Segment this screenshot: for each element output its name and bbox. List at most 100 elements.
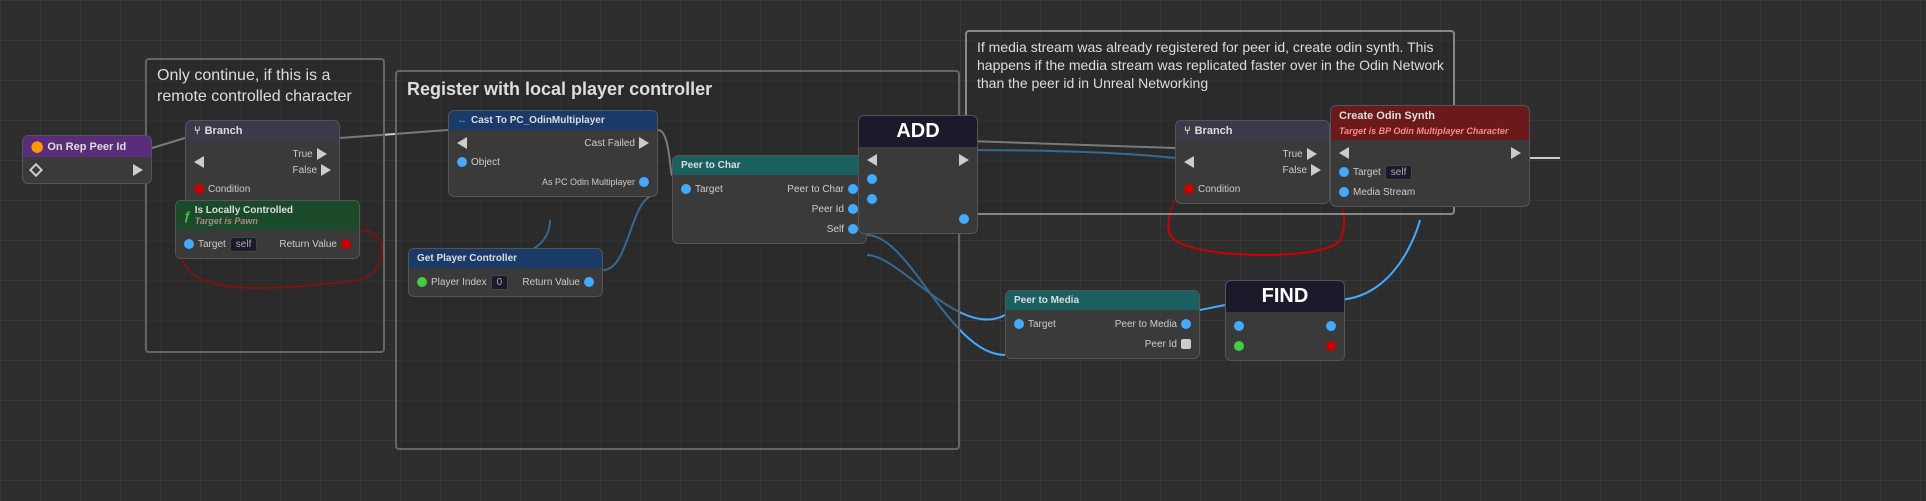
peer-char-header: Peer to Char (673, 156, 866, 175)
branch2-exec-in (1184, 156, 1194, 168)
peer-media-out-pin (1181, 319, 1191, 329)
find-out-right (1326, 321, 1336, 331)
peer-media-peerid-right: Peer Id (1145, 339, 1191, 350)
node-on-rep-body (23, 157, 151, 183)
cast-object-label: Object (471, 157, 500, 168)
node-add[interactable]: ADD (858, 115, 978, 234)
get-player-return-right: Return Value (522, 277, 594, 288)
create-synth-media-left: Media Stream (1339, 187, 1415, 198)
branch1-header: ⑂ Branch (186, 121, 339, 141)
find-bool-pin (1326, 341, 1336, 351)
branch1-false-label: False (293, 165, 317, 176)
on-rep-exec-row (23, 161, 151, 179)
peer-media-body: Target Peer to Media Peer Id (1006, 310, 1199, 358)
add-input-pin1 (867, 174, 877, 184)
find-input2-pin (1234, 341, 1244, 351)
cast-header: ↔ Cast To PC_OdinMultiplayer (449, 111, 657, 130)
cast-exec-failed (639, 137, 649, 149)
node-get-player-controller[interactable]: Get Player Controller Player Index 0 Ret… (408, 248, 603, 297)
peer-char-self-label: Self (827, 224, 844, 235)
peer-char-peerid-pin (848, 204, 858, 214)
add-pin-left1 (859, 169, 977, 189)
add-exec-row (859, 151, 977, 169)
is-locally-return-label: Return Value (279, 239, 337, 250)
branch2-condition-pin (1184, 184, 1194, 194)
branch1-true-row: True (293, 148, 331, 160)
peer-media-header: Peer to Media (1006, 291, 1199, 310)
branch1-exec-in (194, 156, 204, 168)
peer-media-target-left: Target (1014, 319, 1056, 330)
get-player-index-row: Player Index 0 Return Value (409, 272, 602, 292)
get-player-title: Get Player Controller (417, 253, 517, 264)
function-icon: ƒ (184, 209, 191, 223)
peer-char-self-pin (848, 224, 858, 234)
node-cast-to-pc[interactable]: ↔ Cast To PC_OdinMultiplayer Cast Failed… (448, 110, 658, 197)
peer-char-peerid-row: Peer Id (673, 199, 866, 219)
add-pin-left2 (859, 189, 977, 209)
find-header: FIND (1226, 281, 1344, 312)
node-branch1[interactable]: ⑂ Branch True False Condition (185, 120, 340, 204)
node-branch2[interactable]: ⑂ Branch True False Condition (1175, 120, 1330, 204)
node-is-locally-controlled[interactable]: ƒ Is Locally Controlled Target is Pawn T… (175, 200, 360, 259)
branch1-body: True False Condition (186, 141, 339, 203)
peer-media-peerid-pin (1181, 339, 1191, 349)
event-icon: ⬤ (31, 140, 43, 153)
add-exec-in (867, 154, 877, 166)
cast-exec-row: Cast Failed (449, 134, 657, 152)
is-locally-return-pin (341, 239, 351, 249)
branch2-true-row: True (1283, 148, 1321, 160)
node-on-rep-peer-id[interactable]: ⬤ On Rep Peer Id (22, 135, 152, 184)
branch2-false-label: False (1283, 165, 1307, 176)
peer-char-self-row: Self (673, 219, 866, 239)
create-synth-subtitle: Target is BP Odin Multiplayer Character (1339, 126, 1508, 136)
branch2-header: ⑂ Branch (1176, 121, 1329, 141)
comment-register-text: Register with local player controller (407, 78, 712, 101)
comment-remote-text: Only continue, if this is a remote contr… (157, 66, 383, 108)
branch2-true-label: True (1283, 149, 1303, 160)
branch2-title: Branch (1195, 125, 1233, 137)
cast-object-pin (457, 157, 467, 167)
is-locally-subtitle: Target is Pawn (195, 216, 293, 226)
branch2-body: True False Condition (1176, 141, 1329, 203)
create-synth-target-pin (1339, 167, 1349, 177)
node-peer-to-media[interactable]: Peer to Media Target Peer to Media Peer … (1005, 290, 1200, 359)
get-player-return-pin (584, 277, 594, 287)
is-locally-title: Is Locally Controlled (195, 205, 293, 216)
branch1-true-label: True (293, 149, 313, 160)
on-rep-exec-out (133, 164, 143, 176)
branch1-title: Branch (205, 125, 243, 137)
comment-media-text: If media stream was already registered f… (977, 38, 1453, 93)
peer-media-out-right: Peer to Media (1115, 319, 1191, 330)
node-on-rep-header: ⬤ On Rep Peer Id (23, 136, 151, 157)
peer-char-self-right: Self (827, 224, 858, 235)
is-locally-title-group: Is Locally Controlled Target is Pawn (195, 205, 293, 226)
branch2-icon: ⑂ (1184, 125, 1191, 137)
add-header: ADD (859, 116, 977, 147)
is-locally-target-label: Target (198, 239, 226, 250)
cast-exec-in (457, 137, 467, 149)
add-out-pin (959, 214, 969, 224)
cast-object-left: Object (457, 157, 500, 168)
peer-media-target-pin (1014, 319, 1024, 329)
cast-title: Cast To PC_OdinMultiplayer (471, 115, 605, 126)
peer-char-target-left: Target (681, 184, 723, 195)
cast-arrow-icon: ↔ (457, 115, 467, 126)
create-synth-exec-row (1331, 144, 1529, 162)
node-create-odin-synth[interactable]: Create Odin Synth Target is BP Odin Mult… (1330, 105, 1530, 207)
node-find[interactable]: FIND (1225, 280, 1345, 361)
branch1-exec-false (321, 164, 331, 176)
peer-char-peerid-label: Peer Id (812, 204, 844, 215)
branch2-condition-label: Condition (1198, 184, 1240, 195)
add-input-pin2 (867, 194, 877, 204)
on-rep-exec-in (29, 163, 43, 177)
create-synth-body: Target self Media Stream (1331, 140, 1529, 206)
cast-object-row: Object (449, 152, 657, 172)
peer-char-peerid-right: Peer Id (812, 204, 858, 215)
node-peer-to-char[interactable]: Peer to Char Target Peer to Char Peer Id… (672, 155, 867, 244)
add-exec-out (959, 154, 969, 166)
get-player-body: Player Index 0 Return Value (409, 268, 602, 296)
peer-char-out-pin (848, 184, 858, 194)
create-synth-media-label: Media Stream (1353, 187, 1415, 198)
branch1-condition-row: Condition (186, 179, 339, 199)
branch2-exec-outs: True False (1283, 148, 1321, 176)
